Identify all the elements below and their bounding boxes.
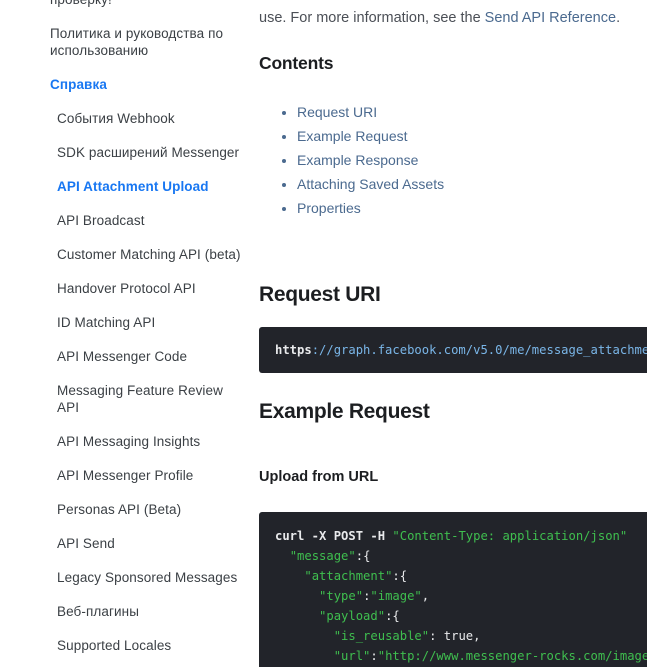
- code-token: :{: [385, 609, 400, 623]
- page-root: проверку! Политика и руководства по испол…: [0, 0, 647, 667]
- code-line-5: "is_reusable": true,: [275, 626, 647, 646]
- contents-link-list: Request URI Example Request Example Respon…: [275, 100, 444, 220]
- sidebar-item-label: Handover Protocol API: [57, 281, 196, 296]
- sidebar-item-label: API Messenger Profile: [57, 468, 194, 483]
- intro-paragraph: use. For more information, see the Send …: [259, 7, 647, 29]
- sidebar-item-4[interactable]: SDK расширений Messenger: [0, 140, 255, 165]
- contents-link-1[interactable]: Example Request: [297, 128, 408, 144]
- sidebar-item-label: Legacy Sponsored Messages: [57, 570, 238, 585]
- sidebar-item-label: проверку!: [50, 0, 112, 7]
- sidebar-item-17[interactable]: Веб-плагины: [0, 599, 255, 624]
- contents-link-3[interactable]: Attaching Saved Assets: [297, 176, 444, 192]
- sidebar-item-5[interactable]: API Attachment Upload: [0, 174, 255, 199]
- code-token: :: [370, 649, 378, 663]
- sidebar-item-16[interactable]: Legacy Sponsored Messages: [0, 565, 255, 590]
- intro-suffix-text: .: [616, 9, 621, 26]
- code-token: ,: [421, 589, 430, 603]
- code-url-token: ://graph.facebook.com/v5.0/me/message_at…: [311, 343, 647, 357]
- sidebar-item-label: API Messaging Insights: [57, 434, 201, 449]
- sidebar-item-label: Политика и руководства по использованию: [50, 26, 224, 58]
- contents-list-item: Attaching Saved Assets: [297, 172, 444, 196]
- intro-prefix-text: use. For more information, see the: [259, 9, 485, 26]
- contents-list-item: Request URI: [297, 100, 444, 124]
- contents-list-item: Properties: [297, 196, 444, 220]
- sidebar-item-label: Supported Locales: [57, 638, 172, 653]
- sidebar-item-9[interactable]: ID Matching API: [0, 310, 255, 335]
- contents-heading: Contents: [259, 53, 334, 73]
- request-uri-code-block[interactable]: https://graph.facebook.com/v5.0/me/messa…: [259, 327, 647, 373]
- code-token: : true,: [429, 629, 481, 643]
- curl-example-code-block[interactable]: curl -X POST -H "Content-Type: applicati…: [259, 512, 647, 667]
- sidebar-item-3[interactable]: События Webhook: [0, 106, 255, 131]
- sidebar-item-11[interactable]: Messaging Feature Review API: [0, 378, 255, 420]
- code-token: "is_reusable": [333, 629, 430, 643]
- sidebar-item-1[interactable]: Политика и руководства по использованию: [0, 21, 255, 63]
- sidebar-item-label: Справка: [50, 77, 107, 92]
- docs-sidebar: проверку! Политика и руководства по испол…: [0, 0, 255, 667]
- contents-link-0[interactable]: Request URI: [297, 104, 377, 120]
- code-token: "http://www.messenger-rocks.com/image.jp…: [377, 649, 647, 663]
- sidebar-item-label: Personas API (Beta): [57, 502, 182, 517]
- example-request-heading: Example Request: [259, 400, 430, 423]
- code-token: "attachment": [304, 569, 393, 583]
- sidebar-item-15[interactable]: API Send: [0, 531, 255, 556]
- sidebar-nav-list: проверку! Политика и руководства по испол…: [0, 0, 255, 667]
- upload-from-url-heading: Upload from URL: [259, 469, 379, 485]
- sidebar-item-label: ID Matching API: [57, 315, 156, 330]
- sidebar-item-label: События Webhook: [57, 111, 175, 126]
- sidebar-item-label: API Messenger Code: [57, 349, 188, 364]
- sidebar-item-18[interactable]: Supported Locales: [0, 633, 255, 658]
- sidebar-item-label: SDK расширений Messenger: [57, 145, 240, 160]
- contents-link-2[interactable]: Example Response: [297, 152, 418, 168]
- sidebar-item-label: API Attachment Upload: [57, 179, 209, 194]
- code-line-2: "attachment":{: [275, 566, 647, 586]
- sidebar-item-14[interactable]: Personas API (Beta): [0, 497, 255, 522]
- sidebar-item-0[interactable]: проверку!: [0, 0, 255, 12]
- sidebar-item-label: Messaging Feature Review API: [57, 383, 223, 415]
- code-token: :{: [392, 569, 408, 583]
- sidebar-item-12[interactable]: API Messaging Insights: [0, 429, 255, 454]
- code-line-0: curl -X POST -H "Content-Type: applicati…: [275, 526, 647, 546]
- sidebar-item-10[interactable]: API Messenger Code: [0, 344, 255, 369]
- sidebar-item-2[interactable]: Справка: [0, 72, 255, 97]
- sidebar-item-7[interactable]: Customer Matching API (beta): [0, 242, 255, 267]
- code-line-6: "url":"http://www.messenger-rocks.com/im…: [275, 646, 647, 666]
- contents-link-4[interactable]: Properties: [297, 200, 361, 216]
- docs-main-content: use. For more information, see the Send …: [255, 0, 647, 667]
- sidebar-item-8[interactable]: Handover Protocol API: [0, 276, 255, 301]
- sidebar-item-label: Customer Matching API (beta): [57, 247, 241, 262]
- sidebar-item-13[interactable]: API Messenger Profile: [0, 463, 255, 488]
- sidebar-item-label: API Send: [57, 536, 115, 551]
- code-token: "url": [333, 649, 371, 663]
- code-token: "type": [319, 589, 364, 603]
- contents-list-item: Example Request: [297, 124, 444, 148]
- code-token: "Content-Type: application/json": [392, 529, 628, 543]
- request-uri-heading: Request URI: [259, 283, 381, 306]
- sidebar-item-label: Веб-плагины: [57, 604, 140, 619]
- sidebar-item-6[interactable]: API Broadcast: [0, 208, 255, 233]
- code-token: "image": [370, 589, 422, 603]
- contents-list-item: Example Response: [297, 148, 444, 172]
- code-line-3: "type":"image",: [275, 586, 647, 606]
- code-token: "message": [289, 549, 356, 563]
- code-token: :{: [355, 549, 371, 563]
- sidebar-item-label: API Broadcast: [57, 213, 145, 228]
- code-line-4: "payload":{: [275, 606, 647, 626]
- code-token: "payload": [319, 609, 386, 623]
- code-line-1: "message":{: [275, 546, 647, 566]
- send-api-reference-link[interactable]: Send API Reference: [485, 10, 616, 26]
- code-token: curl -X POST -H: [275, 529, 393, 543]
- code-scheme-token: https: [275, 343, 312, 357]
